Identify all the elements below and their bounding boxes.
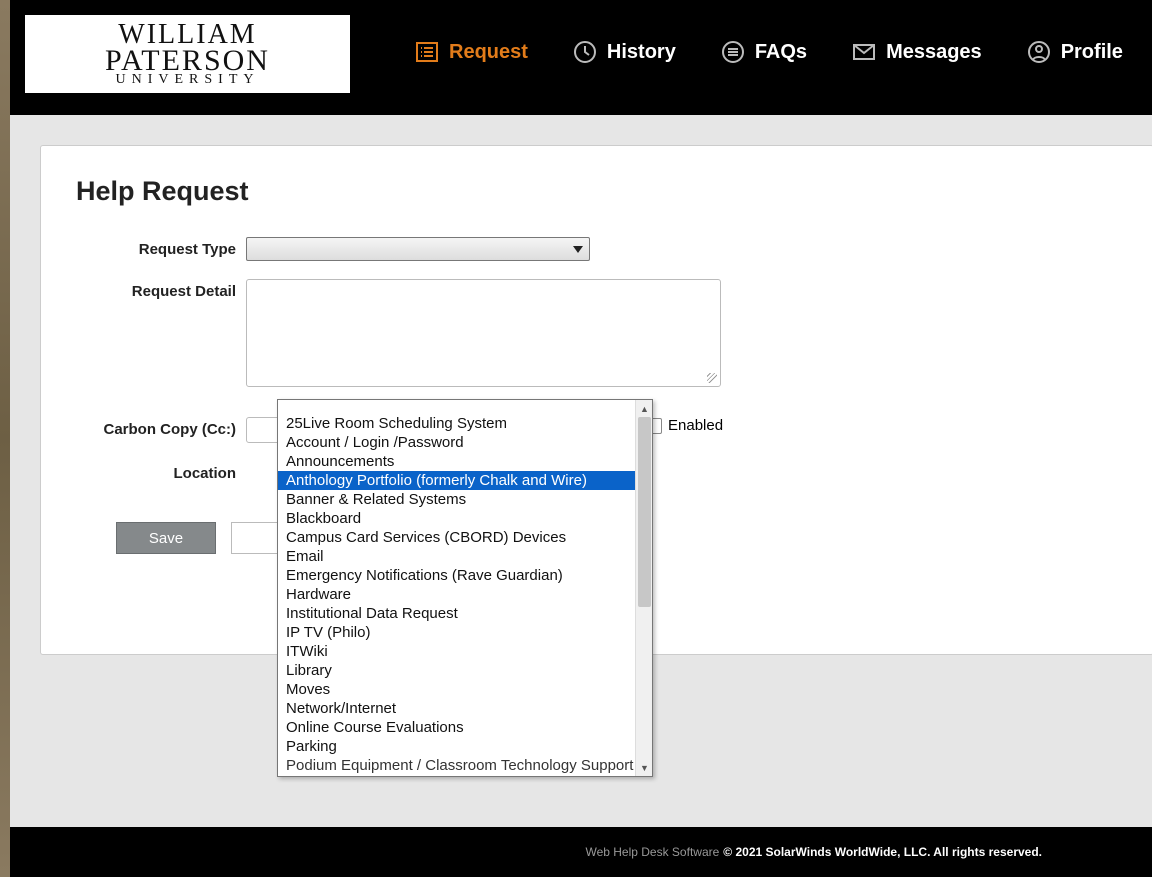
faq-icon (721, 40, 745, 64)
nav-messages-label: Messages (886, 41, 982, 64)
dropdown-option[interactable]: 25Live Room Scheduling System (278, 414, 635, 433)
nav-profile[interactable]: Profile (1027, 40, 1123, 64)
history-icon (573, 40, 597, 64)
page-title: Help Request (76, 176, 1118, 207)
dropdown-option[interactable]: Library (278, 661, 635, 680)
top-nav-bar: WILLIAM PATERSON UNIVERSITY Request Hist… (10, 0, 1152, 115)
footer-copyright: © 2021 SolarWinds WorldWide, LLC. All ri… (723, 845, 1042, 859)
label-request-detail: Request Detail (76, 279, 246, 300)
profile-icon (1027, 40, 1051, 64)
dropdown-option[interactable]: Hardware (278, 585, 635, 604)
nav-history[interactable]: History (573, 40, 676, 64)
row-request-type: Request Type (76, 237, 1118, 261)
dropdown-scrollbar[interactable]: ▲ ▼ (635, 400, 652, 776)
nav-profile-label: Profile (1061, 41, 1123, 64)
university-logo: WILLIAM PATERSON UNIVERSITY (25, 15, 350, 93)
row-request-detail: Request Detail (76, 279, 1118, 387)
scroll-up-icon[interactable]: ▲ (636, 400, 653, 417)
request-type-select[interactable] (246, 237, 590, 261)
save-button[interactable]: Save (116, 522, 216, 554)
mail-icon (852, 40, 876, 64)
window-edge-strip (0, 0, 10, 877)
nav-history-label: History (607, 41, 676, 64)
nav-faqs-label: FAQs (755, 41, 807, 64)
request-type-dropdown[interactable]: 25Live Room Scheduling SystemAccount / L… (277, 399, 653, 777)
footer-software[interactable]: Web Help Desk Software (585, 845, 719, 859)
enabled-wrap: Enabled (646, 417, 723, 434)
dropdown-option[interactable]: Emergency Notifications (Rave Guardian) (278, 566, 635, 585)
nav-faqs[interactable]: FAQs (721, 40, 807, 64)
dropdown-option[interactable]: ITWiki (278, 642, 635, 661)
list-icon (415, 40, 439, 64)
dropdown-option[interactable]: Blackboard (278, 509, 635, 528)
dropdown-option[interactable]: Institutional Data Request (278, 604, 635, 623)
dropdown-option[interactable]: Account / Login /Password (278, 433, 635, 452)
dropdown-option[interactable]: Parking (278, 737, 635, 756)
dropdown-option[interactable]: Network/Internet (278, 699, 635, 718)
dropdown-option[interactable]: Online Course Evaluations (278, 718, 635, 737)
label-cc: Carbon Copy (Cc:) (76, 417, 246, 438)
help-request-panel: Help Request Request Type Request Detail… (40, 145, 1152, 655)
footer-bar: Web Help Desk Software © 2021 SolarWinds… (10, 827, 1152, 877)
scroll-down-icon[interactable]: ▼ (636, 759, 653, 776)
nav-links: Request History FAQs Messages Profile (415, 40, 1123, 64)
nav-messages[interactable]: Messages (852, 40, 982, 64)
resize-grip-icon[interactable] (707, 373, 717, 383)
save-button-label: Save (149, 530, 183, 547)
label-request-type: Request Type (76, 237, 246, 258)
dropdown-option[interactable]: IP TV (Philo) (278, 623, 635, 642)
label-location: Location (76, 461, 246, 482)
dropdown-option[interactable]: Banner & Related Systems (278, 490, 635, 509)
logo-line2: PATERSON (105, 47, 270, 74)
dropdown-option[interactable]: Email (278, 547, 635, 566)
dropdown-items-container: 25Live Room Scheduling SystemAccount / L… (278, 400, 635, 776)
dropdown-option[interactable]: Moves (278, 680, 635, 699)
scroll-thumb[interactable] (638, 417, 651, 607)
dropdown-option[interactable]: Podium Equipment / Classroom Technology … (278, 756, 635, 775)
logo-line3: UNIVERSITY (105, 74, 270, 87)
nav-request-label: Request (449, 41, 528, 64)
enabled-label: Enabled (668, 417, 723, 434)
dropdown-option[interactable]: Announcements (278, 452, 635, 471)
dropdown-option[interactable]: Anthology Portfolio (formerly Chalk and … (278, 471, 635, 490)
dropdown-option[interactable]: Campus Card Services (CBORD) Devices (278, 528, 635, 547)
logo-text: WILLIAM PATERSON UNIVERSITY (105, 22, 270, 87)
nav-request[interactable]: Request (415, 40, 528, 64)
request-detail-textarea[interactable] (246, 279, 721, 387)
content-area: Help Request Request Type Request Detail… (10, 115, 1152, 827)
